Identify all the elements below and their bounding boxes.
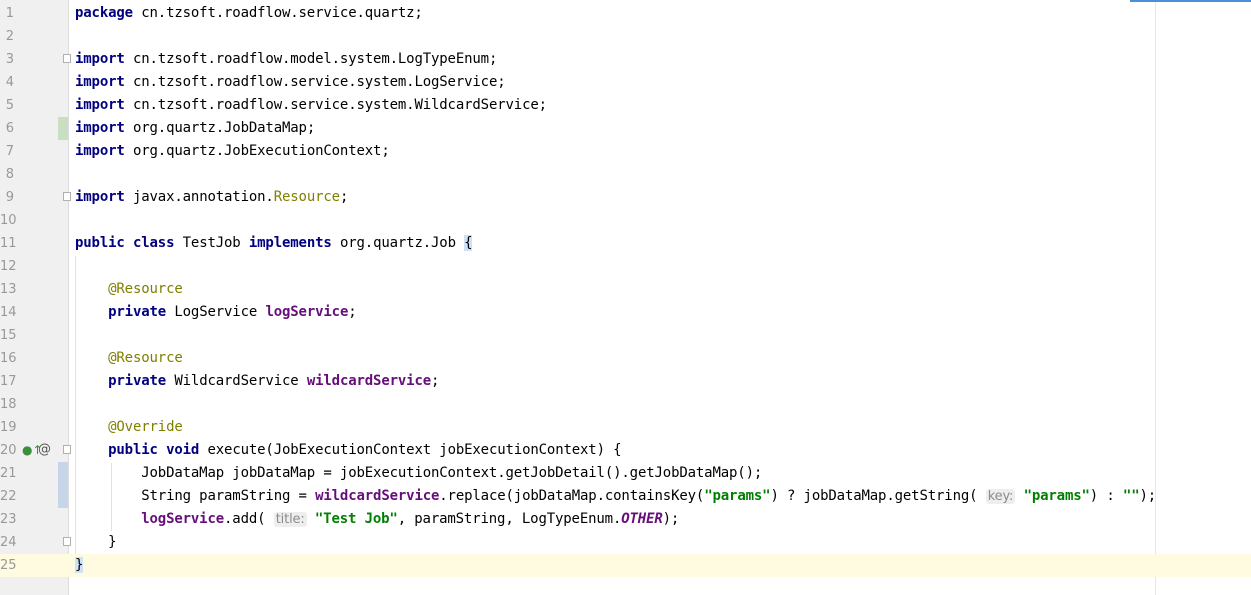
code-line[interactable]: 1 package cn.tzsoft.roadflow.service.qua… bbox=[0, 2, 1251, 25]
line-number: 21 bbox=[0, 466, 17, 481]
code-line[interactable]: 21 JobDataMap jobDataMap = jobExecutionC… bbox=[0, 462, 1251, 485]
line-number: 20 bbox=[0, 443, 17, 458]
code-line[interactable]: 18 bbox=[0, 393, 1251, 416]
code-text[interactable]: } bbox=[75, 554, 83, 577]
line-number: 8 bbox=[5, 167, 14, 182]
line-number: 6 bbox=[5, 121, 14, 136]
code-line[interactable]: 11 public class TestJob implements org.q… bbox=[0, 232, 1251, 255]
fold-toggle-icon[interactable] bbox=[63, 192, 71, 201]
code-line[interactable]: 10 bbox=[0, 209, 1251, 232]
code-text[interactable]: import org.quartz.JobExecutionContext; bbox=[75, 140, 390, 163]
line-number: 9 bbox=[5, 190, 14, 205]
code-text[interactable]: @Resource bbox=[75, 347, 183, 370]
line-number: 17 bbox=[0, 374, 17, 389]
code-line[interactable]: 4 import cn.tzsoft.roadflow.service.syst… bbox=[0, 71, 1251, 94]
implements-method-icon[interactable]: ●↑ bbox=[22, 444, 43, 457]
line-number: 12 bbox=[0, 259, 17, 274]
code-line[interactable]: 9 import javax.annotation.Resource; bbox=[0, 186, 1251, 209]
code-line[interactable]: 24 } bbox=[0, 531, 1251, 554]
code-line[interactable]: 22 String paramString = wildcardService.… bbox=[0, 485, 1251, 508]
line-number: 5 bbox=[5, 98, 14, 113]
line-number: 23 bbox=[0, 512, 17, 527]
line-number: 15 bbox=[0, 328, 17, 343]
code-line[interactable]: 20 ●↑ @ public void execute(JobExecution… bbox=[0, 439, 1251, 462]
line-number: 16 bbox=[0, 351, 17, 366]
code-line[interactable]: 3 import cn.tzsoft.roadflow.model.system… bbox=[0, 48, 1251, 71]
code-line[interactable]: 2 bbox=[0, 25, 1251, 48]
code-editor[interactable]: 1 package cn.tzsoft.roadflow.service.qua… bbox=[0, 0, 1251, 595]
code-text[interactable]: String paramString = wildcardService.rep… bbox=[75, 485, 1156, 508]
vcs-modified-marker[interactable] bbox=[58, 462, 68, 485]
code-line[interactable]: 7 import org.quartz.JobExecutionContext; bbox=[0, 140, 1251, 163]
code-line[interactable]: 19 @Override bbox=[0, 416, 1251, 439]
code-line[interactable]: 14 private LogService logService; bbox=[0, 301, 1251, 324]
line-number: 22 bbox=[0, 489, 17, 504]
line-number: 7 bbox=[5, 144, 14, 159]
code-line[interactable]: 17 private WildcardService wildcardServi… bbox=[0, 370, 1251, 393]
code-text[interactable]: @Resource bbox=[75, 278, 183, 301]
line-number: 24 bbox=[0, 535, 17, 550]
code-text[interactable]: package cn.tzsoft.roadflow.service.quart… bbox=[75, 2, 423, 25]
line-number: 14 bbox=[0, 305, 17, 320]
line-number: 1 bbox=[5, 6, 14, 21]
line-number: 25 bbox=[0, 554, 17, 577]
code-text[interactable]: } bbox=[75, 531, 116, 554]
code-text[interactable]: private WildcardService wildcardService; bbox=[75, 370, 439, 393]
code-text[interactable]: JobDataMap jobDataMap = jobExecutionCont… bbox=[75, 462, 762, 485]
line-number: 19 bbox=[0, 420, 17, 435]
vcs-modified-marker[interactable] bbox=[58, 485, 68, 508]
code-line[interactable]: 15 bbox=[0, 324, 1251, 347]
code-text[interactable]: import cn.tzsoft.roadflow.service.system… bbox=[75, 71, 506, 94]
code-text[interactable]: logService.add( title: "Test Job", param… bbox=[75, 508, 679, 531]
code-line[interactable]: 23 logService.add( title: "Test Job", pa… bbox=[0, 508, 1251, 531]
fold-toggle-icon[interactable] bbox=[63, 445, 71, 454]
line-number: 2 bbox=[5, 29, 14, 44]
vcs-added-marker[interactable] bbox=[58, 117, 68, 140]
code-line[interactable]: 5 import cn.tzsoft.roadflow.service.syst… bbox=[0, 94, 1251, 117]
code-text[interactable]: public class TestJob implements org.quar… bbox=[75, 232, 473, 255]
code-line[interactable]: 13 @Resource bbox=[0, 278, 1251, 301]
code-text[interactable]: import org.quartz.JobDataMap; bbox=[75, 117, 315, 140]
fold-toggle-icon[interactable] bbox=[63, 537, 71, 546]
code-text[interactable]: import javax.annotation.Resource; bbox=[75, 186, 348, 209]
code-text[interactable]: import cn.tzsoft.roadflow.model.system.L… bbox=[75, 48, 497, 71]
fold-toggle-icon[interactable] bbox=[63, 54, 71, 63]
current-code-line[interactable]: 25 } bbox=[0, 554, 1251, 577]
line-number: 11 bbox=[0, 236, 17, 251]
line-number: 10 bbox=[0, 213, 17, 228]
line-number: 18 bbox=[0, 397, 17, 412]
line-number: 3 bbox=[5, 52, 14, 67]
line-number: 4 bbox=[5, 75, 14, 90]
override-annotation-icon[interactable]: @ bbox=[38, 443, 52, 457]
code-text[interactable]: import cn.tzsoft.roadflow.service.system… bbox=[75, 94, 547, 117]
code-line[interactable]: 12 bbox=[0, 255, 1251, 278]
code-line[interactable]: 6 import org.quartz.JobDataMap; bbox=[0, 117, 1251, 140]
code-text[interactable]: @Override bbox=[75, 416, 183, 439]
code-text[interactable]: private LogService logService; bbox=[75, 301, 357, 324]
code-line[interactable]: 16 @Resource bbox=[0, 347, 1251, 370]
code-text[interactable]: public void execute(JobExecutionContext … bbox=[75, 439, 621, 462]
line-number: 13 bbox=[0, 282, 17, 297]
code-line[interactable]: 8 bbox=[0, 163, 1251, 186]
